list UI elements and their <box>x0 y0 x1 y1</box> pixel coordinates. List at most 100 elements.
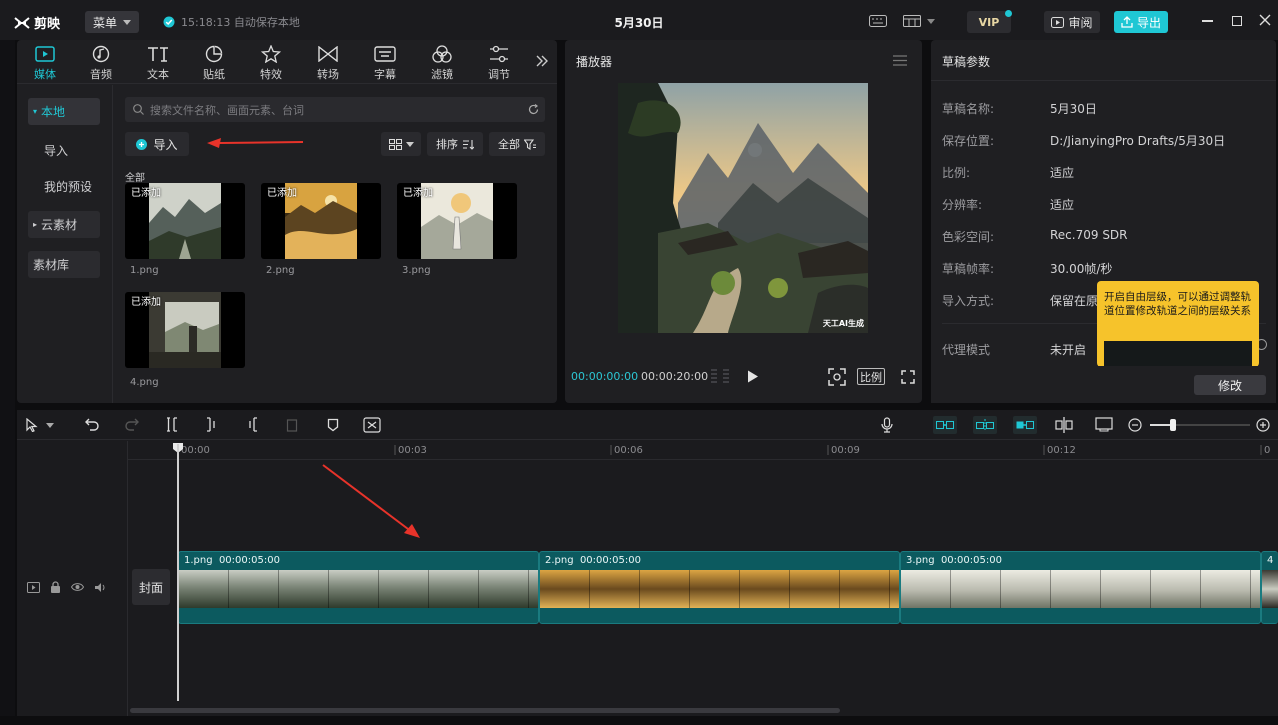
media-item-1[interactable]: 已添加 <box>125 183 245 259</box>
nav-library[interactable]: 素材库 <box>28 251 100 278</box>
check-circle-icon <box>163 16 175 28</box>
zoom-out-icon[interactable] <box>1128 418 1142 432</box>
maximize-icon[interactable] <box>1232 16 1242 26</box>
clip-filmstrip <box>901 570 1260 608</box>
prop-label: 比例: <box>942 166 971 180</box>
nav-cloud[interactable]: ▸ 云素材 <box>28 211 100 238</box>
nav-import[interactable]: 导入 <box>28 137 100 164</box>
timeline-clip-3[interactable]: 3.png 00:00:05:00 <box>900 551 1261 624</box>
prop-label: 草稿名称: <box>942 102 995 116</box>
media-item-4[interactable]: 已添加 <box>125 292 245 368</box>
trim-right-icon[interactable] <box>246 417 258 432</box>
ruler-ticks <box>177 445 1262 455</box>
play-icon[interactable] <box>747 370 759 383</box>
tab-subtitle[interactable]: 字幕 <box>360 44 410 82</box>
export-label: 导出 <box>1136 15 1161 30</box>
import-button[interactable]: 导入 <box>125 132 189 156</box>
player-menu-icon[interactable] <box>893 55 907 66</box>
added-badge: 已添加 <box>403 188 433 199</box>
trim-left-icon[interactable] <box>206 417 218 432</box>
timeline-ruler[interactable]: 00:00 00:03 00:06 00:09 00:12 0 <box>128 441 1278 459</box>
redo-icon <box>125 418 139 431</box>
split-icon[interactable] <box>166 417 178 432</box>
tab-adjust[interactable]: 调节 <box>474 44 524 82</box>
clip-label: 3.png 00:00:05:00 <box>906 555 1002 566</box>
media-item-3[interactable]: 已添加 <box>397 183 517 259</box>
cover-button[interactable]: 封面 <box>132 569 170 605</box>
media-side-nav: ▾ 本地 导入 我的预设 ▸ 云素材 素材库 <box>17 85 113 403</box>
track-hide-icon[interactable] <box>27 581 40 593</box>
tab-sticker[interactable]: 贴纸 <box>189 44 239 82</box>
marker-icon[interactable] <box>327 418 339 432</box>
refresh-icon[interactable] <box>528 104 539 115</box>
prop-label: 代理模式 <box>942 343 991 357</box>
linkage-button[interactable] <box>1013 416 1037 434</box>
search-input[interactable]: 搜索文件名称、画面元素、台词 <box>150 102 304 118</box>
ratio-label: 比例 <box>860 370 882 384</box>
volume-icon[interactable] <box>94 582 107 593</box>
tab-text[interactable]: 文本 <box>133 44 183 82</box>
auto-cut-icon[interactable] <box>363 417 381 433</box>
zoom-in-icon[interactable] <box>1256 418 1270 432</box>
timeline-clip-1[interactable]: 1.png 00:00:05:00 <box>178 551 539 624</box>
sticker-icon <box>205 45 223 63</box>
ratio-button[interactable]: 比例 <box>857 368 885 385</box>
autosave-text: 15:18:13 自动保存本地 <box>181 16 300 29</box>
keyboard-shortcut-icon[interactable] <box>869 15 887 27</box>
clip-filmstrip <box>179 570 538 608</box>
chevron-down-icon <box>927 18 935 24</box>
lock-icon[interactable] <box>50 581 61 593</box>
microphone-icon[interactable] <box>881 417 893 433</box>
tab-effects[interactable]: 特效 <box>246 44 296 82</box>
close-icon[interactable] <box>1259 14 1271 26</box>
timeline-clip-2[interactable]: 2.png 00:00:05:00 <box>539 551 900 624</box>
section-label: 全部 <box>125 173 145 184</box>
layout-icon <box>903 15 921 27</box>
prop-value: 适应 <box>1050 198 1075 212</box>
eye-icon[interactable] <box>71 582 84 592</box>
preview-image <box>618 83 868 333</box>
tab-label: 转场 <box>317 68 339 81</box>
nav-label: 素材库 <box>33 258 70 272</box>
tab-audio[interactable]: 音频 <box>76 44 126 82</box>
add-circle-icon <box>136 138 148 150</box>
nav-my-presets[interactable]: 我的预设 <box>28 173 100 200</box>
media-search[interactable]: 搜索文件名称、画面元素、台词 <box>125 97 545 122</box>
select-tool-button[interactable] <box>26 418 54 432</box>
crop-frame-icon[interactable] <box>828 368 846 386</box>
tab-filter[interactable]: 滤镜 <box>417 44 467 82</box>
fullscreen-icon[interactable] <box>901 370 915 384</box>
layout-switch-button[interactable] <box>903 15 935 27</box>
review-button[interactable]: 审阅 <box>1044 11 1100 33</box>
media-item-2[interactable]: 已添加 <box>261 183 381 259</box>
tab-label: 字幕 <box>374 68 396 81</box>
menu-button[interactable]: 菜单 <box>85 11 139 33</box>
current-timecode: 00:00:00:00 <box>571 370 639 383</box>
zoom-slider-handle[interactable] <box>1170 419 1176 431</box>
view-mode-button[interactable] <box>381 132 421 156</box>
sort-button[interactable]: 排序 <box>427 132 483 156</box>
preview-axis-icon[interactable] <box>1055 417 1073 433</box>
waveform-toggle-icon[interactable] <box>709 368 731 384</box>
tooltip-text: 开启自由层级，可以通过调整轨道位置修改轨道之间的层级关系 <box>1104 291 1251 317</box>
transition-icon <box>318 46 338 62</box>
player-canvas[interactable]: 天工AI生成 <box>618 83 868 333</box>
nav-local[interactable]: ▾ 本地 <box>28 98 100 125</box>
filter-button[interactable]: 全部 <box>489 132 545 156</box>
screenshot-icon[interactable] <box>1095 417 1113 432</box>
more-tabs-icon[interactable] <box>536 55 548 67</box>
undo-icon[interactable] <box>85 418 99 431</box>
added-badge: 已添加 <box>131 188 161 199</box>
timeline-clip-4[interactable]: 4 <box>1261 551 1278 624</box>
timeline-scrollbar[interactable] <box>130 708 840 713</box>
tab-transition[interactable]: 转场 <box>303 44 353 82</box>
auto-snap-button[interactable] <box>973 416 997 434</box>
app-name: 剪映 <box>34 17 61 32</box>
prop-value: 适应 <box>1050 166 1075 180</box>
tab-media[interactable]: 媒体 <box>20 44 70 82</box>
modify-button[interactable]: 修改 <box>1194 375 1266 395</box>
main-track-magnet-button[interactable] <box>933 416 957 434</box>
playhead-line[interactable] <box>177 444 179 701</box>
minimize-icon[interactable] <box>1202 20 1213 22</box>
export-button[interactable]: 导出 <box>1114 11 1168 33</box>
